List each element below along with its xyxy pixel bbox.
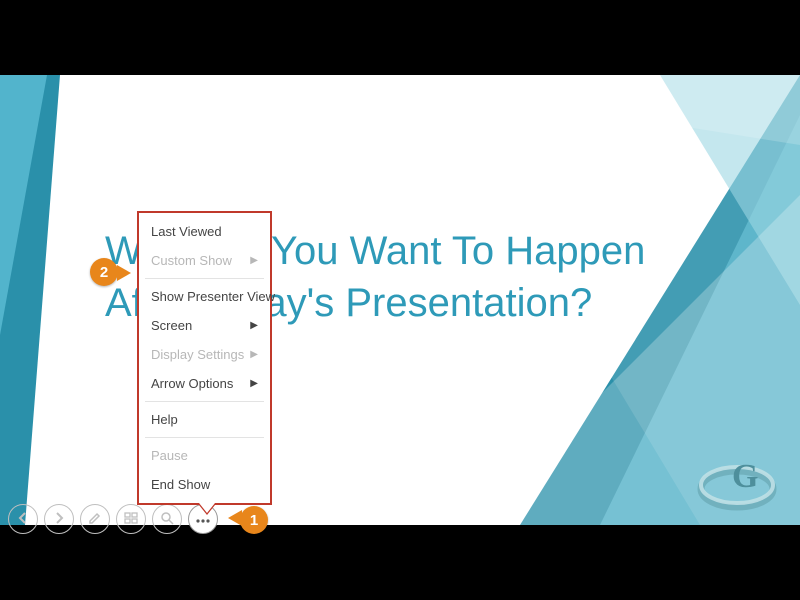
menu-item-label: Last Viewed [151, 224, 222, 239]
next-slide-button[interactable] [44, 504, 74, 534]
menu-item-label: End Show [151, 477, 210, 492]
menu-item-show-presenter-view[interactable]: Show Presenter View [139, 282, 270, 311]
menu-item-label: Screen [151, 318, 192, 333]
menu-item-custom-show: Custom Show ▶ [139, 246, 270, 275]
menu-item-label: Arrow Options [151, 376, 233, 391]
magnifier-icon [160, 511, 174, 528]
svg-text:G: G [732, 458, 758, 495]
ellipsis-icon [195, 511, 211, 527]
pen-icon [88, 511, 102, 528]
menu-separator [145, 278, 264, 279]
presentation-stage: What Do You Want To Happen After Today's… [0, 0, 800, 600]
zoom-button[interactable] [152, 504, 182, 534]
callout-pointer-1 [228, 510, 242, 526]
menu-item-label: Display Settings [151, 347, 244, 362]
chevron-right-icon [54, 511, 64, 527]
menu-item-last-viewed[interactable]: Last Viewed [139, 217, 270, 246]
menu-item-display-settings: Display Settings ▶ [139, 340, 270, 369]
menu-item-help[interactable]: Help [139, 405, 270, 434]
callout-number: 1 [250, 512, 258, 529]
callout-number: 2 [100, 264, 108, 281]
see-all-slides-button[interactable] [116, 504, 146, 534]
slideshow-controls [8, 504, 218, 534]
chevron-right-icon: ▶ [250, 349, 258, 360]
menu-item-label: Help [151, 412, 178, 427]
menu-item-pause: Pause [139, 441, 270, 470]
callout-badge-1: 1 [240, 506, 268, 534]
chevron-right-icon: ▶ [250, 378, 258, 389]
menu-separator [145, 401, 264, 402]
pen-button[interactable] [80, 504, 110, 534]
menu-item-screen[interactable]: Screen ▶ [139, 311, 270, 340]
menu-item-label: Pause [151, 448, 188, 463]
chevron-right-icon: ▶ [250, 255, 258, 266]
company-logo: G [692, 443, 782, 513]
menu-separator [145, 437, 264, 438]
menu-item-label: Show Presenter View [151, 289, 275, 304]
menu-item-arrow-options[interactable]: Arrow Options ▶ [139, 369, 270, 398]
prev-slide-button[interactable] [8, 504, 38, 534]
slide: What Do You Want To Happen After Today's… [0, 75, 800, 525]
menu-item-end-show[interactable]: End Show [139, 470, 270, 499]
chevron-left-icon [18, 511, 28, 527]
grid-icon [124, 511, 138, 528]
more-options-menu: Last Viewed Custom Show ▶ Show Presenter… [137, 211, 272, 505]
callout-pointer-2 [117, 265, 131, 281]
chevron-right-icon: ▶ [250, 320, 258, 331]
callout-badge-2: 2 [90, 258, 118, 286]
menu-item-label: Custom Show [151, 253, 232, 268]
